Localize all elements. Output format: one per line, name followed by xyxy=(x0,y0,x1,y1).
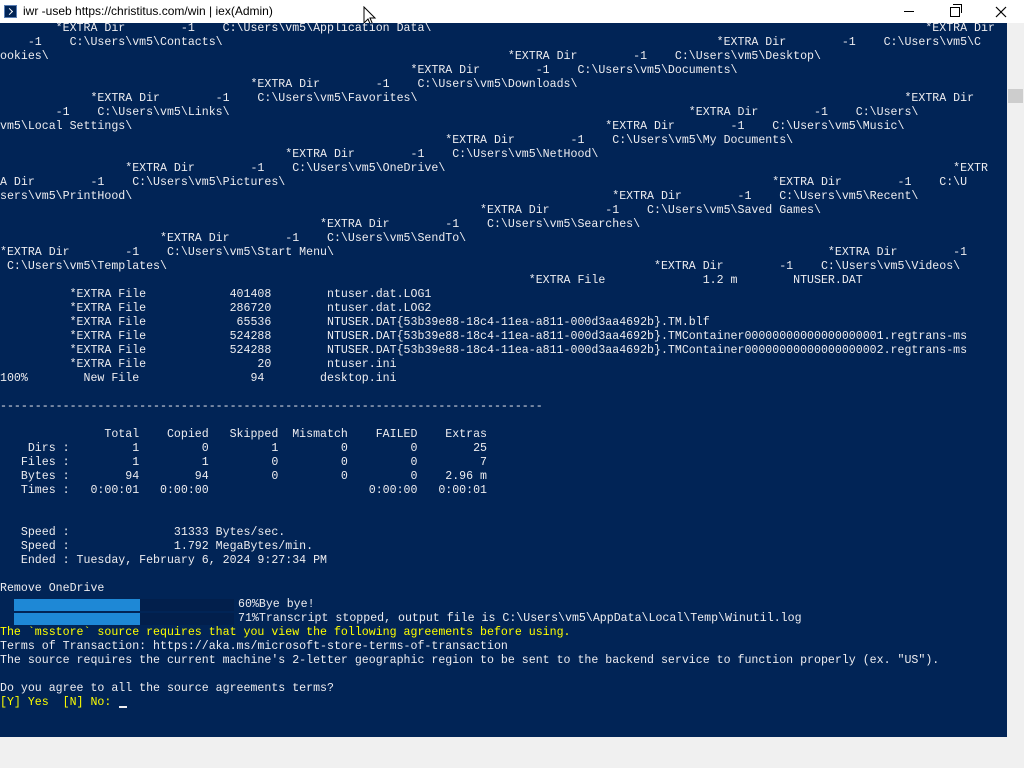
console-line: *EXTRA Dir -1 C:\Users\vm5\Start Menu\ *… xyxy=(0,246,968,259)
console-line: Times : 0:00:01 0:00:00 0:00:00 0:00:01 xyxy=(0,484,488,497)
console-line: *EXTRA Dir -1 C:\Users\vm5\NetHood\ xyxy=(0,148,599,161)
console-line: Total Copied Skipped Mismatch FAILED Ext… xyxy=(0,428,488,441)
console-line: Remove OneDrive xyxy=(0,582,105,595)
console-line: *EXTRA File 1.2 m NTUSER.DAT xyxy=(0,274,863,287)
window-bottom-edge xyxy=(0,737,1024,768)
console-line: *EXTRA Dir -1 C:\Users\vm5\Application D… xyxy=(0,23,995,35)
console-line: Ended : Tuesday, February 6, 2024 9:27:3… xyxy=(0,554,327,567)
console-line: 100% New File 94 desktop.ini xyxy=(0,372,397,385)
console-line: *EXTRA Dir -1 C:\Users\vm5\Documents\ xyxy=(0,64,738,77)
console-line: *EXTRA File 524288 NTUSER.DAT{53b39e88-1… xyxy=(0,344,968,357)
console-line: *EXTRA File 524288 NTUSER.DAT{53b39e88-1… xyxy=(0,330,968,343)
console-line: Files : 1 1 0 0 0 7 xyxy=(0,456,488,469)
window-title: iwr -useb https://christitus.com/win | i… xyxy=(23,4,273,18)
console-line: A Dir -1 C:\Users\vm5\Pictures\ *EXTRA D… xyxy=(0,176,968,189)
console-line: Speed : 1.792 MegaBytes/min. xyxy=(0,540,314,553)
minimize-icon xyxy=(904,11,914,12)
console-line: C:\Users\vm5\Templates\ *EXTRA Dir -1 C:… xyxy=(0,260,961,273)
agreement-question: Do you agree to all the source agreement… xyxy=(0,682,334,695)
progress-bar-track xyxy=(140,613,234,625)
maximize-icon xyxy=(950,3,962,17)
console-line: -1 C:\Users\vm5\Links\ *EXTRA Dir -1 C:\… xyxy=(0,106,919,119)
console-line: *EXTRA Dir -1 C:\Users\vm5\OneDrive\ *EX… xyxy=(0,162,988,175)
console-line: -1 C:\Users\vm5\Contacts\ *EXTRA Dir -1 … xyxy=(0,36,981,49)
title-bar[interactable]: iwr -useb https://christitus.com/win | i… xyxy=(0,0,1024,27)
console-line: Bytes : 94 94 0 0 0 2.96 m xyxy=(0,470,488,483)
console-line: ookies\ *EXTRA Dir -1 C:\Users\vm5\Deskt… xyxy=(0,50,821,63)
prompt-text[interactable]: [Y] Yes [N] No: xyxy=(0,696,118,710)
console-line: *EXTRA File 20 ntuser.ini xyxy=(0,358,397,371)
region-line: The source requires the current machine'… xyxy=(0,654,940,667)
console-line: *EXTRA Dir -1 C:\Users\vm5\Searches\ xyxy=(0,218,641,231)
console-line: *EXTRA Dir -1 C:\Users\vm5\Favorites\ *E… xyxy=(0,92,975,105)
console-line: *EXTRA File 401408 ntuser.dat.LOG1 xyxy=(0,288,432,301)
console-line: Dirs : 1 0 1 0 0 25 xyxy=(0,442,488,455)
console-line: *EXTRA File 286720 ntuser.dat.LOG2 xyxy=(0,302,432,315)
agreement-notice: The `msstore` source requires that you v… xyxy=(0,626,571,639)
progress-text: 60%Bye bye! xyxy=(238,598,315,611)
console-line: *EXTRA File 65536 NTUSER.DAT{53b39e88-18… xyxy=(0,316,710,329)
console-line: *EXTRA Dir -1 C:\Users\vm5\SendTo\ xyxy=(0,232,467,245)
console-line: vm5\Local Settings\ *EXTRA Dir -1 C:\Use… xyxy=(0,120,905,133)
progress-bar-fill xyxy=(14,613,140,625)
vertical-scrollbar[interactable] xyxy=(1007,23,1024,737)
maximize-button[interactable] xyxy=(932,0,978,23)
console-line: ----------------------------------------… xyxy=(0,400,543,413)
progress-bar-fill xyxy=(14,599,140,611)
console-line: sers\vm5\PrintHood\ *EXTRA Dir -1 C:\Use… xyxy=(0,190,919,203)
console-output[interactable]: 60%Bye bye! 71%Transcript stopped, outpu… xyxy=(0,23,1007,737)
close-icon xyxy=(995,6,1007,17)
progress-text: 71%Transcript stopped, output file is C:… xyxy=(238,612,802,625)
scrollbar-thumb[interactable] xyxy=(1008,89,1023,103)
console-line: Speed : 31333 Bytes/sec. xyxy=(0,526,286,539)
minimize-button[interactable] xyxy=(886,0,932,23)
console-line: *EXTRA Dir -1 C:\Users\vm5\Saved Games\ xyxy=(0,204,821,217)
close-button[interactable] xyxy=(978,0,1024,23)
text-cursor xyxy=(119,706,127,708)
console-line: *EXTRA Dir -1 C:\Users\vm5\My Documents\ xyxy=(0,134,794,147)
console-line: *EXTRA Dir -1 C:\Users\vm5\Downloads\ xyxy=(0,78,578,91)
terms-line: Terms of Transaction: https://aka.ms/mic… xyxy=(0,640,508,653)
powershell-icon xyxy=(4,5,17,18)
progress-bar-track xyxy=(140,599,234,611)
